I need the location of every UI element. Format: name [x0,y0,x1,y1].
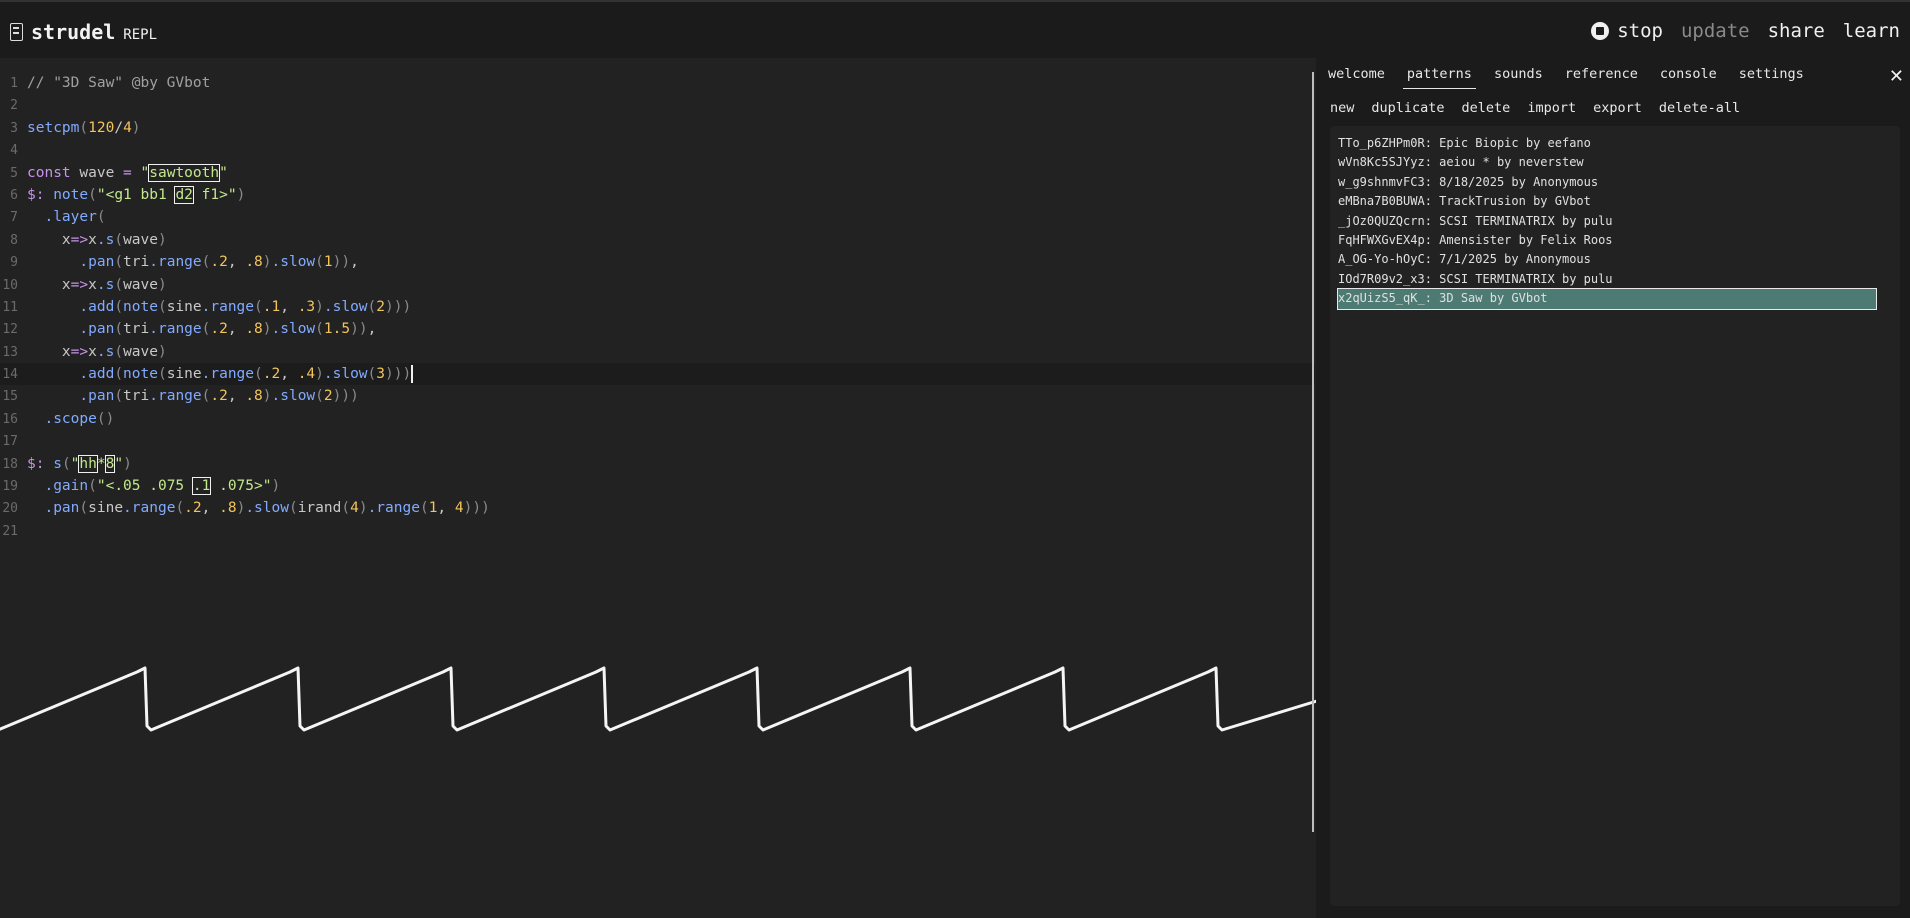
line-number: 7 [10,210,18,226]
code-line[interactable]: 17 [0,430,1315,452]
tab-console[interactable]: console [1656,66,1721,89]
pattern-actions: new duplicate delete import export delet… [1330,100,1740,116]
tab-patterns[interactable]: patterns [1402,66,1476,89]
active-token: hh [78,454,98,473]
brand[interactable]: strudel REPL [10,20,157,44]
line-number: 18 [2,456,18,472]
code-line[interactable]: 8 x=>x.s(wave) [0,229,1315,251]
line-number: 9 [10,255,18,271]
share-button[interactable]: share [1768,20,1825,42]
top-bar: strudel REPL stop update share learn [0,0,1910,58]
panel-divider[interactable] [1312,72,1314,832]
code-line[interactable]: 2 [0,94,1315,116]
line-number: 21 [2,523,18,539]
app-subtitle: REPL [123,27,158,43]
line-number: 20 [2,501,18,517]
delete-button[interactable]: delete [1462,100,1511,116]
new-button[interactable]: new [1330,100,1354,116]
code-line[interactable]: 13 x=>x.s(wave) [0,341,1315,363]
pattern-item[interactable]: TTo_p6ZHPm0R: Epic Biopic by eefano [1338,134,1876,153]
code-line-active[interactable]: 14 .add(note(sine.range(.2, .4).slow(3))… [0,363,1315,386]
import-button[interactable]: import [1527,100,1576,116]
code-line[interactable]: 15 .pan(tri.range(.2, .8).slow(2))) [0,385,1315,407]
panel-tabs: welcome patterns sounds reference consol… [1324,66,1808,89]
active-token: .1 [191,477,212,496]
pattern-item[interactable]: w_g9shnmvFC3: 8/18/2025 by Anonymous [1338,173,1876,192]
tab-settings[interactable]: settings [1735,66,1808,89]
line-number: 10 [2,277,18,293]
active-token: d2 [174,185,194,204]
pattern-item[interactable]: A_OG-Yo-hOyC: 7/1/2025 by Anonymous [1338,250,1876,269]
code-line[interactable]: 5 const wave = "sawtooth" [0,162,1315,184]
line-number: 17 [2,434,18,450]
code-line[interactable]: 9 .pan(tri.range(.2, .8).slow(1)), [0,251,1315,273]
line-number: 8 [10,232,18,248]
duplicate-button[interactable]: duplicate [1371,100,1444,116]
code-line[interactable]: 3 setcpm(120/4) [0,117,1315,139]
delete-all-button[interactable]: delete-all [1659,100,1740,116]
close-icon[interactable]: ✕ [1889,66,1904,87]
code-line[interactable]: 21 [0,520,1315,542]
pattern-item[interactable]: IOd7R09v2_x3: SCSI TERMINATRIX by pulu [1338,270,1876,289]
code-line[interactable]: 16 .scope() [0,408,1315,430]
update-button[interactable]: update [1681,20,1750,42]
stop-label: stop [1617,20,1663,42]
side-panel: welcome patterns sounds reference consol… [1316,58,1910,918]
line-number: 2 [10,98,18,114]
tab-sounds[interactable]: sounds [1490,66,1547,89]
code-line[interactable]: 6 $: note("<g1 bb1 d2 f1>") [0,184,1315,206]
pattern-item[interactable]: eMBna7B0BUWA: TrackTrusion by GVbot [1338,192,1876,211]
code-line[interactable]: 1// "3D Saw" @by GVbot [0,72,1315,94]
line-number: 19 [2,479,18,495]
line-number: 4 [10,143,18,159]
code-line[interactable]: 10 x=>x.s(wave) [0,274,1315,296]
code-line[interactable]: 4 [0,139,1315,161]
stop-button[interactable]: stop [1591,20,1663,42]
strudel-logo-icon [10,23,23,41]
code-line[interactable]: 7 .layer( [0,206,1315,228]
app-name: strudel [31,20,116,44]
code-editor[interactable]: 1// "3D Saw" @by GVbot 2 3 setcpm(120/4) … [0,58,1315,918]
code-line[interactable]: 20 .pan(sine.range(.2, .8).slow(irand(4)… [0,497,1315,519]
code-lines[interactable]: 1// "3D Saw" @by GVbot 2 3 setcpm(120/4) … [0,72,1315,542]
code-line[interactable]: 19 .gain("<.05 .075 .1 .075>") [0,475,1315,497]
line-number: 1 [10,76,18,91]
learn-button[interactable]: learn [1843,20,1900,42]
active-token: sawtooth [148,163,221,182]
line-number: 12 [2,322,18,338]
line-number: 14 [2,367,18,383]
pattern-item[interactable]: FqHFWXGvEX4p: Amensister by Felix Roos [1338,231,1876,250]
export-button[interactable]: export [1593,100,1642,116]
line-number: 15 [2,389,18,405]
line-number: 6 [10,187,18,203]
code-line[interactable]: 12 .pan(tri.range(.2, .8).slow(1.5)), [0,318,1315,340]
line-number: 13 [2,344,18,360]
line-number: 3 [10,120,18,136]
text-cursor [411,365,414,384]
line-number: 11 [2,299,18,315]
tab-welcome[interactable]: welcome [1324,66,1389,89]
code-line[interactable]: 11 .add(note(sine.range(.1, .3).slow(2))… [0,296,1315,318]
pattern-list: TTo_p6ZHPm0R: Epic Biopic by eefano wVn8… [1337,134,1877,310]
line-number: 5 [10,165,18,181]
pattern-item[interactable]: _jOz0QUZQcrn: SCSI TERMINATRIX by pulu [1338,212,1876,231]
stop-icon [1591,22,1610,40]
pattern-item-selected[interactable]: x2qUizS5_qK_: 3D Saw by GVbot [1337,288,1877,310]
line-number: 16 [2,411,18,427]
tab-reference[interactable]: reference [1561,66,1642,89]
pattern-item[interactable]: wVn8Kc5SJYyz: aeiou * by neverstew [1338,153,1876,172]
code-line[interactable]: 18 $: s("hh*8") [0,453,1315,475]
pattern-list-container: TTo_p6ZHPm0R: Epic Biopic by eefano wVn8… [1330,126,1900,906]
top-nav: stop update share learn [1591,20,1900,42]
